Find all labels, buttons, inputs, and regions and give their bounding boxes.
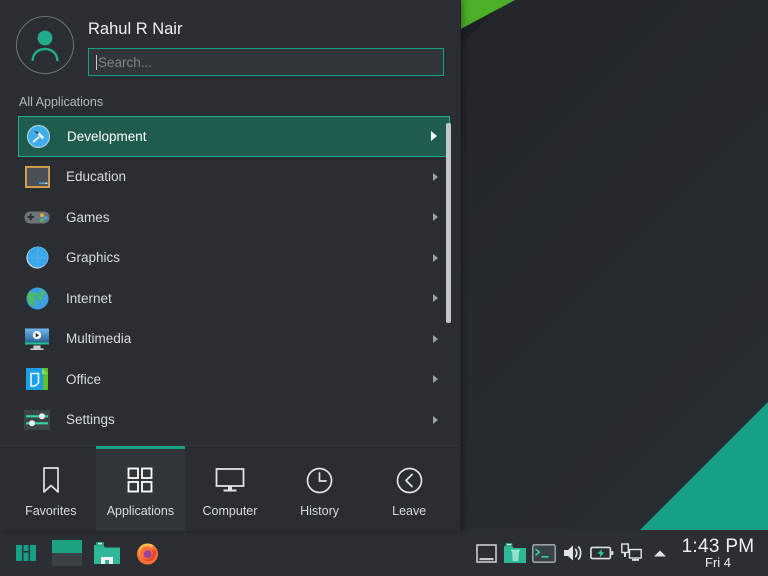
text-caret — [96, 54, 97, 70]
sidebar-item-settings[interactable]: Settings — [18, 400, 450, 441]
tab-favorites[interactable]: Favorites — [6, 446, 96, 531]
clock-date: Fri 4 — [705, 555, 731, 571]
manjaro-menu-icon[interactable] — [6, 530, 46, 576]
document-icon — [24, 366, 50, 392]
user-avatar-icon[interactable] — [16, 16, 74, 74]
system-tray: 1:43 PM Fri 4 — [473, 530, 768, 576]
search-input[interactable]: Search... — [88, 48, 444, 76]
sidebar-item-label: Settings — [66, 412, 115, 428]
gamepad-icon — [24, 204, 50, 230]
menu-header: Rahul R Nair Search... — [0, 0, 460, 92]
back-arrow-icon — [396, 465, 423, 495]
tab-label: Applications — [106, 504, 175, 518]
grid-icon — [127, 465, 153, 495]
sidebar-item-games[interactable]: Games — [18, 197, 450, 238]
bookmark-icon — [40, 465, 62, 495]
sphere-icon — [24, 245, 50, 271]
chevron-right-icon — [433, 334, 438, 343]
network-icon[interactable] — [618, 530, 644, 576]
chevron-right-icon — [433, 375, 438, 384]
hammer-icon — [25, 123, 51, 149]
panel-launcher-area — [0, 530, 166, 576]
sidebar-item-internet[interactable]: Internet — [18, 278, 450, 319]
monitor-icon — [215, 465, 245, 495]
tab-history[interactable]: History — [275, 446, 365, 531]
show-hidden-icon[interactable] — [647, 530, 673, 576]
sidebar-item-development[interactable]: Development — [18, 116, 450, 157]
category-list: Development Education Games Graphics Int… — [0, 116, 460, 445]
sidebar-item-label: Office — [66, 371, 102, 387]
sidebar-item-education[interactable]: Education — [18, 157, 450, 198]
taskbar-panel: 1:43 PM Fri 4 — [0, 530, 768, 576]
sidebar-item-label: Internet — [66, 290, 112, 306]
tab-leave[interactable]: Leave — [364, 446, 454, 531]
menu-header-right: Rahul R Nair Search... — [88, 14, 444, 76]
chalkboard-icon — [24, 164, 50, 190]
category-list-scrollbar[interactable] — [446, 123, 451, 441]
volume-icon[interactable] — [560, 530, 586, 576]
chevron-right-icon — [433, 213, 438, 222]
sidebar-item-label: Graphics — [66, 250, 121, 266]
chevron-right-icon — [433, 253, 438, 262]
chevron-right-icon — [433, 172, 438, 181]
application-launcher-menu: Rahul R Nair Search... All Applications … — [0, 0, 461, 531]
chevron-right-icon — [431, 131, 437, 142]
sidebar-item-label: Games — [66, 209, 110, 225]
tab-computer[interactable]: Computer — [185, 446, 275, 531]
clock-time: 1:43 PM — [681, 535, 755, 557]
battery-icon[interactable] — [589, 530, 615, 576]
globe-icon — [24, 285, 50, 311]
tab-applications[interactable]: Applications — [95, 446, 186, 531]
file-manager-icon[interactable] — [88, 530, 126, 576]
clock-widget[interactable]: 1:43 PM Fri 4 — [676, 535, 762, 571]
breadcrumb[interactable]: All Applications — [0, 92, 460, 116]
sidebar-item-label: Education — [66, 169, 127, 185]
clock-icon — [306, 465, 333, 495]
scrollbar-thumb[interactable] — [446, 123, 451, 323]
tab-label: Favorites — [25, 504, 77, 518]
sidebar-item-multimedia[interactable]: Multimedia — [18, 319, 450, 360]
search-placeholder: Search... — [98, 54, 153, 70]
sidebar-item-label: Multimedia — [66, 331, 132, 347]
trash-icon[interactable] — [502, 530, 528, 576]
user-name-label: Rahul R Nair — [88, 20, 183, 38]
media-player-icon — [24, 326, 50, 352]
tab-label: History — [300, 504, 340, 518]
terminal-icon[interactable] — [531, 530, 557, 576]
chevron-right-icon — [433, 415, 438, 424]
tab-label: Computer — [202, 504, 258, 518]
minimize-all-icon[interactable] — [473, 530, 499, 576]
chevron-right-icon — [433, 294, 438, 303]
sidebar-item-office[interactable]: Office — [18, 359, 450, 400]
tab-label: Leave — [392, 504, 427, 518]
sidebar-item-graphics[interactable]: Graphics — [18, 238, 450, 279]
firefox-icon[interactable] — [128, 530, 166, 576]
sidebar-item-label: Development — [67, 128, 147, 144]
pager-widget[interactable] — [48, 530, 86, 576]
menu-tab-bar: Favorites Applications Computer History … — [0, 445, 460, 531]
sliders-icon — [24, 407, 50, 433]
